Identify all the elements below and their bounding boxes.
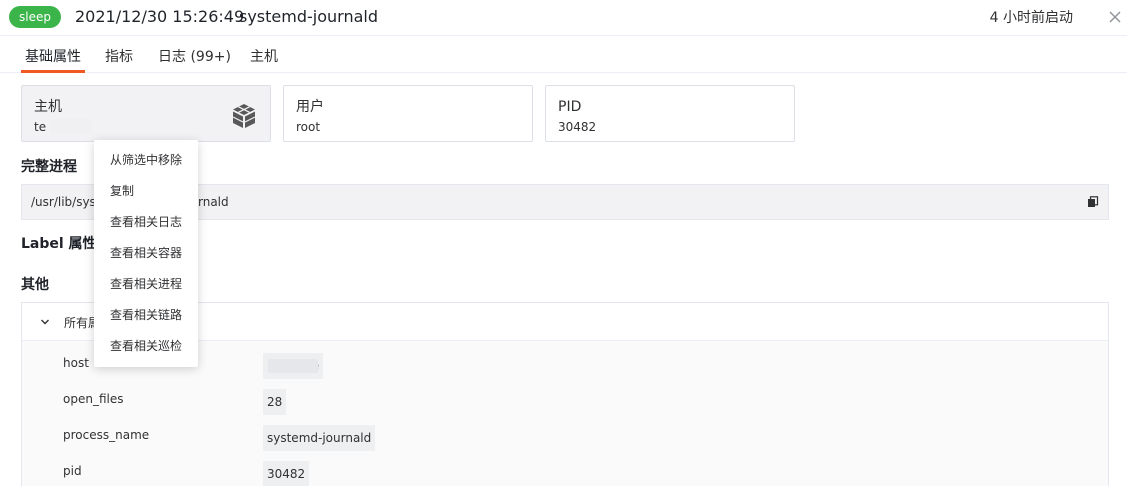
attribute-key-host: host — [63, 356, 89, 370]
attribute-value-open-files: 28 — [263, 389, 287, 415]
tab-bar: 基础属性 指标 日志 (99+) 主机 — [0, 37, 1127, 73]
menu-item-view-processes[interactable]: 查看相关进程 — [110, 272, 196, 296]
attribute-key-open-files: open_files — [63, 392, 124, 406]
context-menu: 从筛选中移除 复制 查看相关日志 查看相关容器 查看相关进程 查看相关链路 查看… — [94, 140, 198, 367]
user-card: 用户 root — [283, 85, 533, 142]
status-badge: sleep — [9, 6, 61, 28]
attribute-value-process-name: systemd-journald — [263, 425, 376, 451]
close-icon[interactable] — [1106, 8, 1124, 26]
redacted-mask — [50, 119, 92, 133]
cube-icon — [232, 104, 256, 128]
menu-item-view-inspections[interactable]: 查看相关巡检 — [110, 334, 196, 358]
user-card-label: 用户 — [296, 99, 324, 115]
pid-card: PID 30482 — [545, 85, 795, 142]
tab-logs[interactable]: 日志 (99+) — [158, 48, 231, 66]
pid-card-label: PID — [558, 99, 582, 115]
menu-item-view-logs[interactable]: 查看相关日志 — [110, 210, 196, 234]
full-process-title: 完整进程 — [21, 159, 77, 175]
attribute-key-process-name: process_name — [63, 428, 150, 442]
user-card-value: root — [296, 120, 321, 134]
started-time: 4 小时前启动 — [989, 10, 1073, 26]
chevron-down-icon[interactable] — [40, 318, 50, 326]
host-card-label: 主机 — [34, 99, 62, 115]
detail-header: sleep 2021/12/30 15:26:49 systemd-journa… — [0, 0, 1127, 36]
menu-item-view-traces[interactable]: 查看相关链路 — [110, 303, 196, 327]
menu-item-view-containers[interactable]: 查看相关容器 — [110, 241, 196, 265]
label-section-title: Label 属性 — [21, 236, 97, 252]
tab-metrics[interactable]: 指标 — [105, 48, 133, 66]
header-datetime: 2021/12/30 15:26:49 — [75, 7, 245, 26]
pid-card-value: 30482 — [558, 120, 597, 134]
menu-item-copy[interactable]: 复制 — [110, 179, 196, 203]
host-card[interactable]: 主机 te — [21, 85, 271, 142]
copy-icon[interactable] — [1087, 196, 1099, 208]
header-process-name: systemd-journald — [239, 7, 378, 26]
tab-basic-attributes[interactable]: 基础属性 — [25, 48, 81, 66]
menu-item-remove-from-filter[interactable]: 从筛选中移除 — [110, 148, 196, 172]
full-process-value-start: /usr/lib/syst — [31, 195, 101, 209]
redacted-mask — [268, 359, 318, 373]
full-process-value-end: rnald — [198, 195, 229, 209]
attribute-value-pid: 30482 — [263, 461, 310, 486]
attribute-key-pid: pid — [63, 464, 82, 478]
host-card-value: te — [34, 120, 47, 134]
tab-host[interactable]: 主机 — [250, 48, 278, 66]
active-tab-indicator — [21, 70, 85, 73]
other-section-title: 其他 — [21, 277, 49, 293]
